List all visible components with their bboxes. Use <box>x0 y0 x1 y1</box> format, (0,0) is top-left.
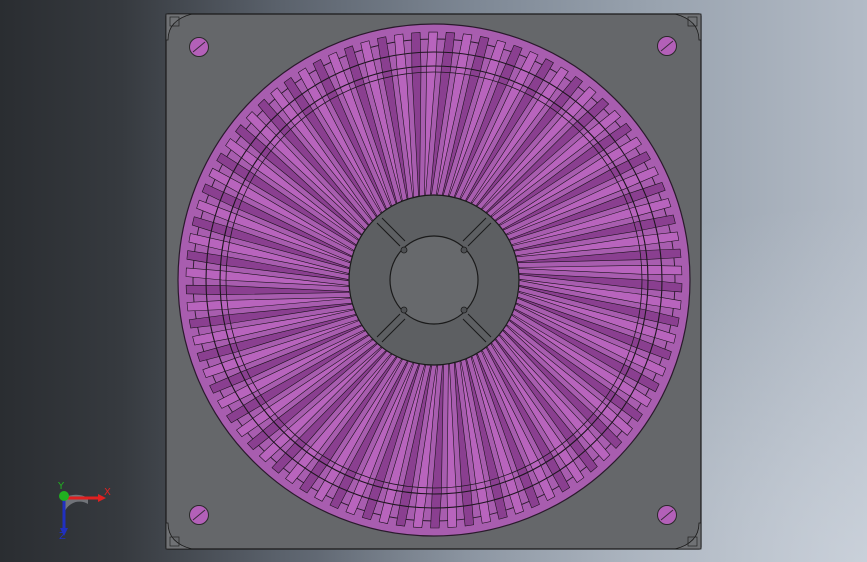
view-triad[interactable]: X Y Z <box>50 482 120 544</box>
motor-cap-notch-bottom-left <box>400 306 408 314</box>
motor-cap-notch-bottom-right <box>460 306 468 314</box>
mounting-hole-bottom-left[interactable] <box>189 505 209 525</box>
fan-model[interactable] <box>0 0 867 562</box>
mounting-hole-top-left[interactable] <box>189 37 209 57</box>
triad-z-label: Z <box>59 531 66 542</box>
mounting-hole-top-right[interactable] <box>657 36 677 56</box>
graphics-viewport[interactable]: X Y Z <box>0 0 867 562</box>
triad-x-label: X <box>104 487 111 498</box>
motor-cap-notch-top-right <box>460 246 468 254</box>
mounting-hole-bottom-right[interactable] <box>657 505 677 525</box>
triad-y-label: Y <box>58 481 65 492</box>
motor-cap-notch-top-left <box>400 246 408 254</box>
